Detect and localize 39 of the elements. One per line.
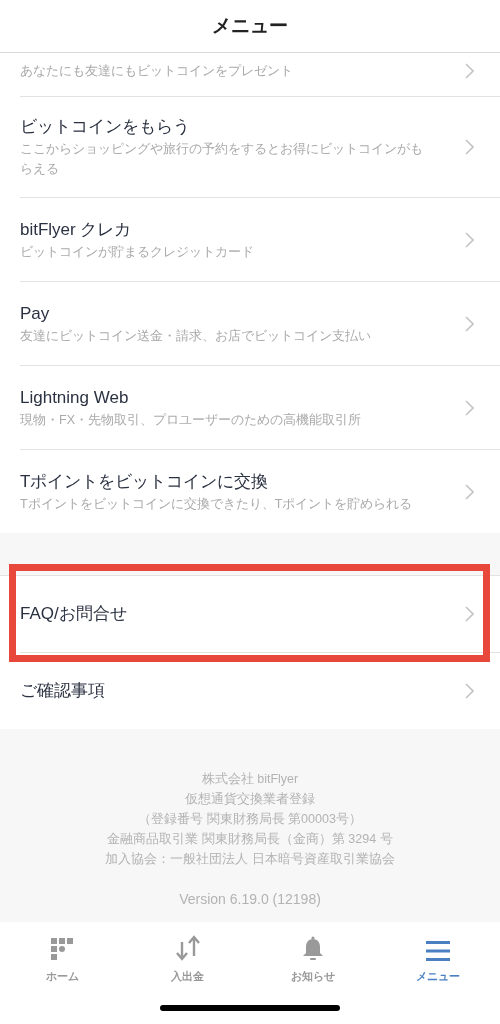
chevron-icon [465,139,474,155]
item-title: Lightning Web [20,386,130,409]
version-text: Version 6.19.0 (12198) [179,890,321,909]
item-title: bitFlyer クレカ [20,218,133,241]
item-description: ここからショッピングや旅行の予約をするとお得にビットコインがもらえる [20,141,424,178]
menu-item[interactable]: Lightning Web 現物・FX・先物取引、プロユーザーのための高機能取引所 [0,366,500,449]
menu-item[interactable]: Pay 友達にビットコイン送金・請求、お店でビットコイン支払い [0,282,500,365]
item-description: 現物・FX・先物取引、プロユーザーのための高機能取引所 [20,411,362,429]
chevron-icon [465,483,474,500]
item-description: あなたにも友達にもビットコインをプレゼント [20,62,294,80]
chevron-icon [465,62,474,79]
chevron-icon [465,231,474,248]
item-title: Pay [20,302,51,325]
chevron-icon [465,683,474,699]
item-description: Tポイントをビットコインに交換できたり、Tポイントを貯められる [20,495,414,513]
company-info-line: 仮想通貨交換業者登録 [185,791,315,808]
bell-icon [301,936,324,962]
menu-item[interactable]: bitFlyer クレカ ビットコインが貯まるクレジットカード [0,198,500,281]
menu-item[interactable]: Tポイントをビットコインに交換 Tポイントをビットコインに交換できたり、Tポイントを貯められる [0,450,500,533]
item-title: FAQ/お問合せ [20,603,128,625]
item-description: ビットコインが貯まるクレジットカード [20,243,255,261]
item-title: Tポイントをビットコインに交換 [20,470,270,493]
chevron-icon [465,315,474,332]
arrows-icon [175,934,200,962]
item-description: 友達にビットコイン送金・請求、お店でビットコイン支払い [20,327,372,345]
company-info-line: 株式会社 bitFlyer [201,771,299,788]
company-info-line: 金融商品取引業 関東財務局長（金商）第 3294 号 [107,831,393,848]
grid-icon [50,938,75,962]
chevron-icon [465,606,474,622]
chevron-icon [465,399,474,416]
tab[interactable]: メニュー [375,932,500,985]
company-info-line: （登録番号 関東財務局長 第00003号） [138,811,362,828]
header-title: メニュー [212,13,288,38]
menu-icon [425,940,450,962]
menu-item[interactable]: FAQ/お問合せ [0,576,500,652]
menu-item[interactable]: ビットコインをもらう ここからショッピングや旅行の予約をするとお得にビットコインがもらえる [0,97,500,197]
item-title: ビットコインをもらう [20,116,191,138]
menu-item[interactable]: ご確認事項 [0,653,500,729]
item-title: ご確認事項 [20,680,106,702]
